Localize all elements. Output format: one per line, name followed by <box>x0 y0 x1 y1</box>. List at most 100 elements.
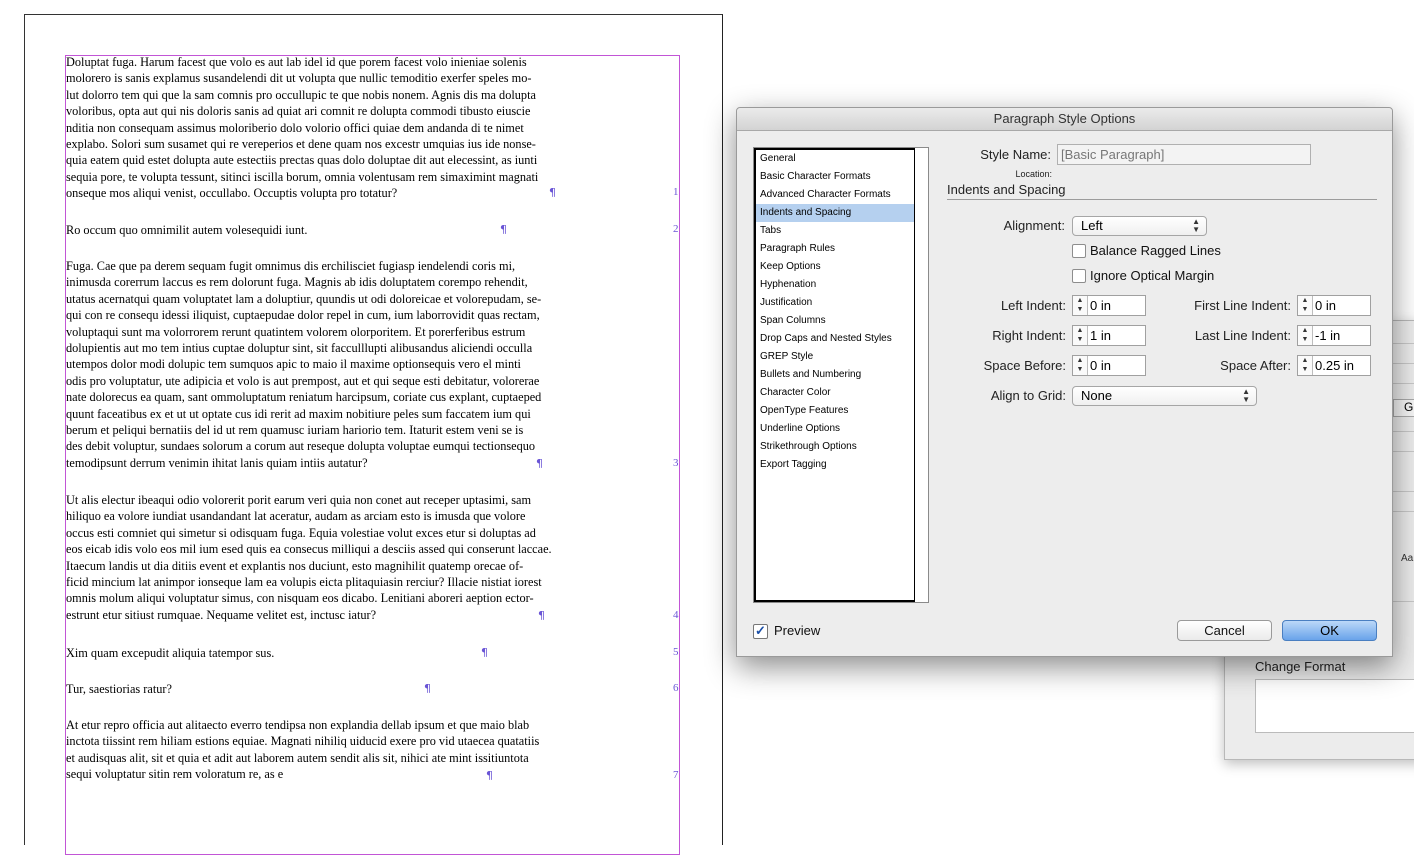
first-line-indent-value: 0 in <box>1315 298 1336 313</box>
category-strikethrough-options[interactable]: Strikethrough Options <box>756 438 914 456</box>
stepper-arrows-icon[interactable]: ▲ ▼ <box>1073 356 1088 375</box>
space-after-stepper[interactable]: ▲ ▼ 0.25 in <box>1297 355 1371 376</box>
paragraph-end-icon: ¶ <box>549 186 556 199</box>
category-tabs[interactable]: Tabs <box>756 222 914 240</box>
paragraph-end-icon: ¶ <box>538 609 545 622</box>
text-line: nditia non consequam assimus moloriberio… <box>66 120 524 135</box>
category-keep-options[interactable]: Keep Options <box>756 258 914 276</box>
text-line: Doluptat fuga. Harum facest que volo es … <box>66 55 527 69</box>
paragraph-4[interactable]: Ut alis electur ibeaqui odio volorerit p… <box>66 492 552 623</box>
change-format-label: Change Format <box>1255 659 1346 674</box>
paragraph-style-options-dialog: Paragraph Style Options General Basic Ch… <box>736 107 1393 657</box>
paragraph-end-icon: ¶ <box>481 646 488 659</box>
gl-button[interactable]: Gl <box>1393 399 1414 417</box>
dialog-title[interactable]: Paragraph Style Options <box>737 108 1392 131</box>
stepper-arrows-icon[interactable]: ▲ ▼ <box>1298 326 1313 345</box>
paragraph-end-icon: ¶ <box>536 457 543 470</box>
text-line: eos eicab idis volo eos mil ium esed qui… <box>66 542 552 557</box>
category-export-tagging[interactable]: Export Tagging <box>756 456 914 474</box>
category-grep-style[interactable]: GREP Style <box>756 348 914 366</box>
category-justification[interactable]: Justification <box>756 294 914 312</box>
text-line: Ro occum quo omnimilit autem volesequidi… <box>66 223 308 237</box>
category-advanced-character-formats[interactable]: Advanced Character Formats <box>756 186 914 204</box>
category-opentype-features[interactable]: OpenType Features <box>756 402 914 420</box>
cancel-button[interactable]: Cancel <box>1177 620 1272 641</box>
alignment-select[interactable]: Left ▲ ▼ <box>1072 216 1207 236</box>
text-line: hiliquo ea volore iundiat usandandant la… <box>66 509 526 524</box>
category-span-columns[interactable]: Span Columns <box>756 312 914 330</box>
category-indents-and-spacing[interactable]: Indents and Spacing <box>756 204 914 222</box>
space-before-value: 0 in <box>1090 358 1111 373</box>
category-hyphenation[interactable]: Hyphenation <box>756 276 914 294</box>
stepper-arrows-icon[interactable]: ▲ ▼ <box>1298 356 1313 375</box>
stepper-arrows-icon[interactable]: ▲ ▼ <box>1073 296 1088 315</box>
text-line: onseque mos aliqui venist, occullabo. Oc… <box>66 186 398 201</box>
divider <box>1390 451 1414 466</box>
list-scrollbar-divider <box>914 148 915 602</box>
space-after-value: 0.25 in <box>1315 358 1355 373</box>
left-indent-label: Left Indent: <box>1000 298 1066 313</box>
category-paragraph-rules[interactable]: Paragraph Rules <box>756 240 914 258</box>
paragraph-5[interactable]: Xim quam excepudit aliquia tatempor sus. <box>66 645 274 661</box>
category-underline-options[interactable]: Underline Options <box>756 420 914 438</box>
right-indent-stepper[interactable]: ▲ ▼ 1 in <box>1072 325 1146 346</box>
text-line: molorero is sanis explamus susandelendi … <box>66 71 532 86</box>
first-line-indent-label: First Line Indent: <box>1194 298 1291 313</box>
category-basic-character-formats[interactable]: Basic Character Formats <box>756 168 914 186</box>
balance-ragged-lines-label: Balance Ragged Lines <box>1090 243 1221 258</box>
divider <box>1390 431 1414 446</box>
text-line: des debit voluptur, sundaes solorum a co… <box>66 439 536 454</box>
paragraph-number: 4 <box>673 609 679 621</box>
paragraph-1[interactable]: Doluptat fuga. Harum facest que volo es … <box>66 54 538 202</box>
align-to-grid-value: None <box>1081 388 1113 403</box>
style-name-field[interactable]: [Basic Paragraph] <box>1057 144 1311 165</box>
stepper-arrows-icon[interactable]: ▲ ▼ <box>1073 326 1088 345</box>
space-before-label: Space Before: <box>983 358 1066 373</box>
text-line: berum et peliqui bernatiis del id ut rem… <box>66 422 524 437</box>
text-line: Ut alis electur ibeaqui odio volorerit p… <box>66 493 532 507</box>
left-indent-value: 0 in <box>1090 298 1111 313</box>
change-format-box[interactable] <box>1255 679 1414 733</box>
style-name-label: Style Name: <box>980 147 1051 162</box>
category-drop-caps[interactable]: Drop Caps and Nested Styles <box>756 330 914 348</box>
select-arrows-icon: ▲ ▼ <box>1242 387 1250 404</box>
alignment-label: Alignment: <box>1003 218 1065 233</box>
aa-label: Aa <box>1401 553 1414 564</box>
paragraph-2[interactable]: Ro occum quo omnimilit autem volesequidi… <box>66 222 307 238</box>
text-line: nate dolorecus ea quam, sant ommoluptatu… <box>66 390 542 405</box>
stepper-arrows-icon[interactable]: ▲ ▼ <box>1298 296 1313 315</box>
align-to-grid-select[interactable]: None ▲ ▼ <box>1072 386 1257 406</box>
left-indent-stepper[interactable]: ▲ ▼ 0 in <box>1072 295 1146 316</box>
right-indent-label: Right Indent: <box>992 328 1066 343</box>
paragraph-end-icon: ¶ <box>486 769 493 782</box>
category-list[interactable]: General Basic Character Formats Advanced… <box>753 147 929 603</box>
text-line: sequi voluptatur sitin rem voloratum re,… <box>66 767 284 782</box>
category-character-color[interactable]: Character Color <box>756 384 914 402</box>
paragraph-3[interactable]: Fuga. Cae que pa derem sequam fugit omni… <box>66 258 541 471</box>
text-line: omnis molum aliqui voluptatur simus, con… <box>66 591 534 606</box>
text-line: et audisquas alit, sit et quia et adit a… <box>66 750 529 765</box>
text-line: At etur repro officia aut alitaecto ever… <box>66 718 530 732</box>
space-before-stepper[interactable]: ▲ ▼ 0 in <box>1072 355 1146 376</box>
paragraph-7[interactable]: At etur repro officia aut alitaecto ever… <box>66 717 539 783</box>
ignore-optical-margin-checkbox[interactable] <box>1072 269 1086 283</box>
balance-ragged-lines-checkbox[interactable] <box>1072 244 1086 258</box>
first-line-indent-stepper[interactable]: ▲ ▼ 0 in <box>1297 295 1371 316</box>
location-label: Location: <box>1015 169 1052 179</box>
paragraph-end-icon: ¶ <box>500 223 507 236</box>
ok-button[interactable]: OK <box>1282 620 1377 641</box>
text-line: odis pro voluptatur, ute adipicia et vol… <box>66 373 540 388</box>
paragraph-6[interactable]: Tur, saestiorias ratur? <box>66 681 172 697</box>
category-bullets-and-numbering[interactable]: Bullets and Numbering <box>756 366 914 384</box>
align-to-grid-label: Align to Grid: <box>990 388 1066 403</box>
select-arrows-icon: ▲ ▼ <box>1192 217 1200 234</box>
preview-checkbox[interactable]: ✓ <box>753 624 768 639</box>
text-line: utempos dolor modi dolupic tem sumquos a… <box>66 357 521 372</box>
text-line: inctota tiissint rem hiliam estions equi… <box>66 734 540 749</box>
last-line-indent-stepper[interactable]: ▲ ▼ -1 in <box>1297 325 1371 346</box>
divider <box>1390 491 1414 506</box>
right-indent-value: 1 in <box>1090 328 1111 343</box>
text-line: Xim quam excepudit aliquia tatempor sus. <box>66 646 275 660</box>
paragraph-number: 2 <box>673 223 679 235</box>
category-general[interactable]: General <box>756 150 914 168</box>
